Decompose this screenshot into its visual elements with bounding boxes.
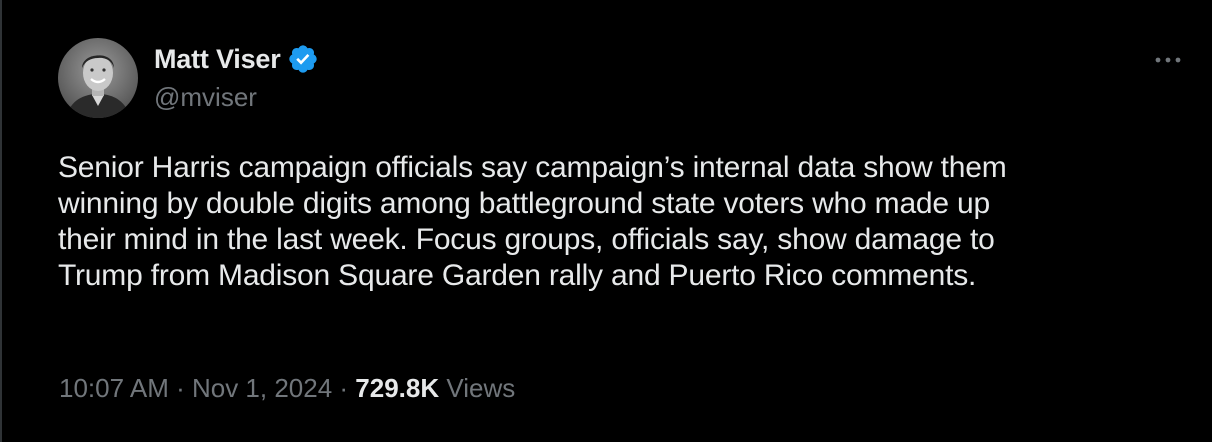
tweet-text-line: their mind in the last week. Focus group… — [58, 223, 995, 256]
tweet-date[interactable]: Nov 1, 2024 — [192, 373, 332, 403]
verified-badge-icon[interactable] — [287, 43, 319, 75]
author-handle[interactable]: @mviser — [154, 82, 257, 113]
tweet-text-line: Senior Harris campaign officials say cam… — [58, 151, 1007, 184]
tweet-card: Matt Viser @mviser Senior Harris campaig… — [0, 0, 1212, 442]
tweet-text-line: Trump from Madison Square Garden rally a… — [58, 259, 977, 292]
avatar[interactable] — [58, 38, 138, 118]
tweet-time[interactable]: 10:07 AM — [59, 373, 169, 403]
avatar-photo-icon — [58, 38, 138, 118]
author-name-row: Matt Viser — [154, 42, 319, 76]
views-label: Views — [446, 373, 516, 403]
views-count: 729.8K — [355, 373, 440, 403]
meta-separator: · — [332, 373, 356, 403]
tweet-text: Senior Harris campaign officials say cam… — [58, 150, 1198, 294]
tweet-meta: 10:07 AM · Nov 1, 2024 · 729.8K Views — [59, 373, 515, 404]
author-display-name[interactable]: Matt Viser — [154, 44, 281, 75]
tweet-text-line: winning by double digits among battlegro… — [58, 187, 991, 220]
more-options-icon[interactable] — [1150, 48, 1186, 72]
meta-separator: · — [168, 373, 192, 403]
